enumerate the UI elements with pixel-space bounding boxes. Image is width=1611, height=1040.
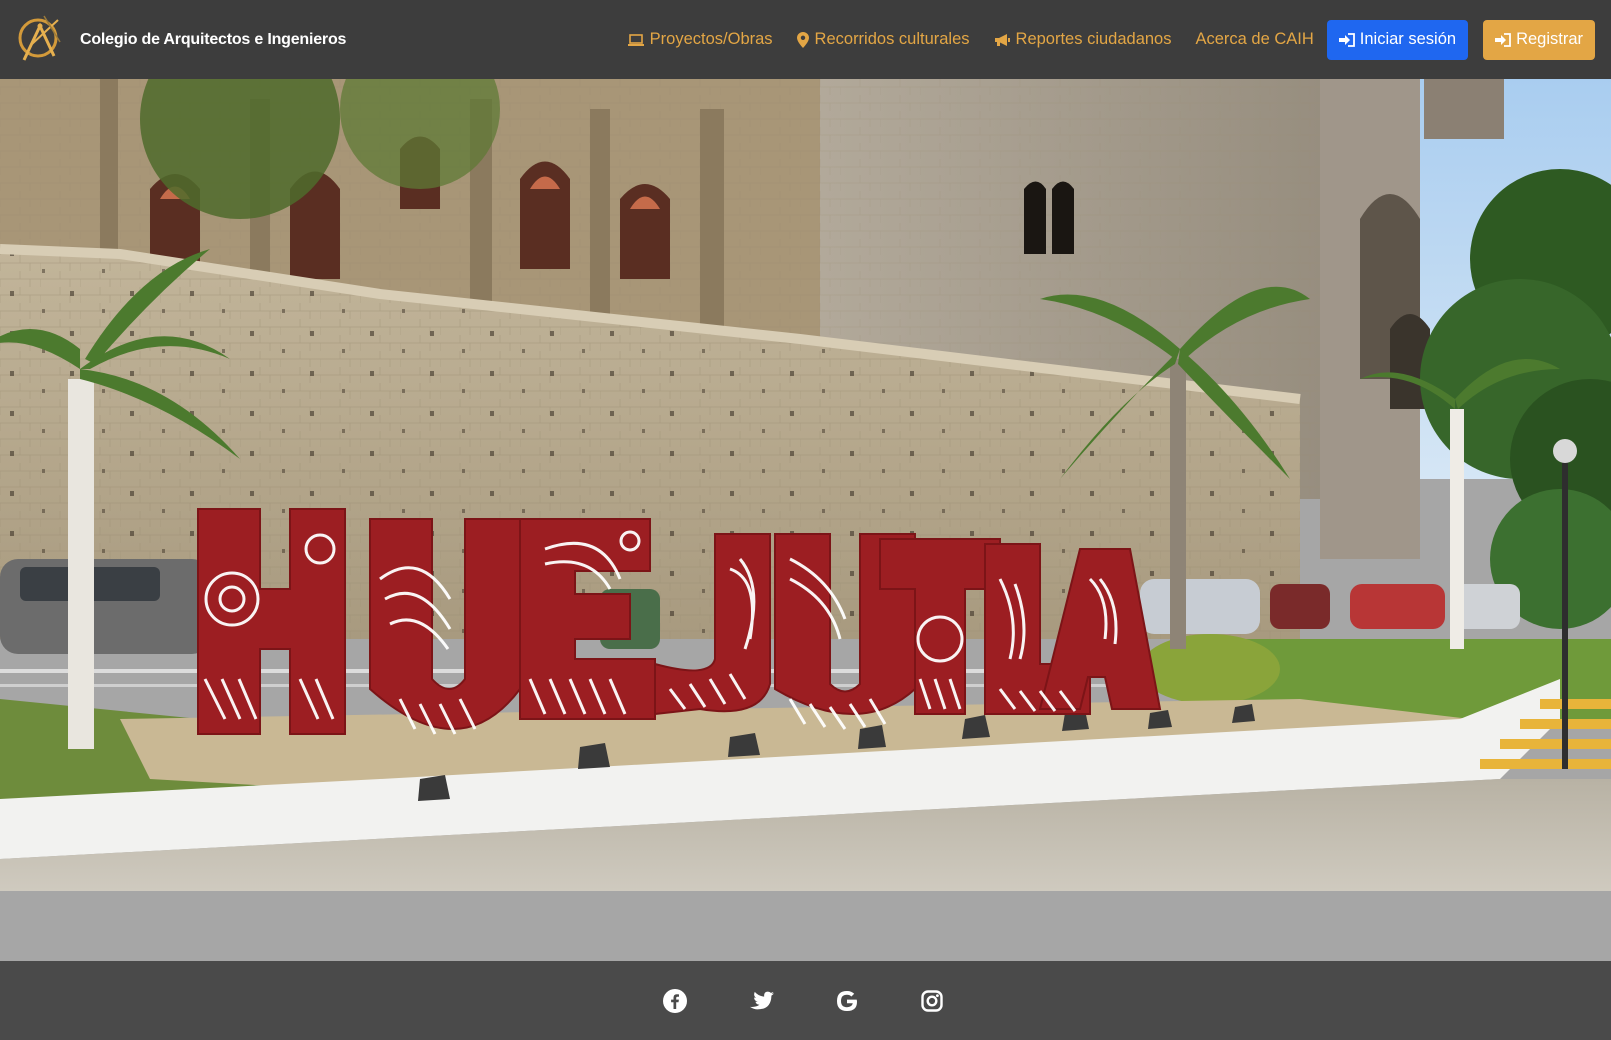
navbar: Colegio de Arquitectos e Ingenieros Proy… [0,0,1611,79]
facebook-icon[interactable] [655,961,695,1040]
content-gap [0,891,1611,961]
sign-in-icon [1338,32,1355,47]
brand-name: Colegio de Arquitectos e Ingenieros [80,30,347,48]
login-button[interactable]: Iniciar sesión [1326,19,1469,60]
google-icon[interactable] [827,961,867,1040]
login-label: Iniciar sesión [1359,30,1457,48]
map-marker-icon [796,31,809,48]
footer [0,961,1611,1040]
nav-link-reportes[interactable]: Reportes ciudadanos [994,30,1172,49]
nav-link-acerca[interactable]: Acerca de CAIH [1195,30,1313,49]
brand[interactable]: Colegio de Arquitectos e Ingenieros [14,12,346,68]
sign-in-icon [1495,32,1511,47]
twitter-icon[interactable] [742,961,782,1040]
nav-link-label: Acerca de CAIH [1195,30,1314,48]
hero-image [0,79,1611,891]
caih-logo-icon [18,15,61,61]
instagram-icon[interactable] [912,961,952,1040]
laptop-icon [627,33,644,47]
nav-link-proyectos[interactable]: Proyectos/Obras [627,30,773,49]
register-label: Registrar [1516,30,1583,48]
nav-links: Proyectos/Obras Recorridos culturales Re… [604,0,1595,79]
register-button[interactable]: Registrar [1483,19,1595,60]
nav-link-label: Proyectos/Obras [649,30,773,48]
megaphone-icon [994,33,1010,47]
nav-link-recorridos[interactable]: Recorridos culturales [796,30,970,49]
nav-link-label: Reportes ciudadanos [1015,30,1172,48]
nav-link-label: Recorridos culturales [814,30,970,48]
